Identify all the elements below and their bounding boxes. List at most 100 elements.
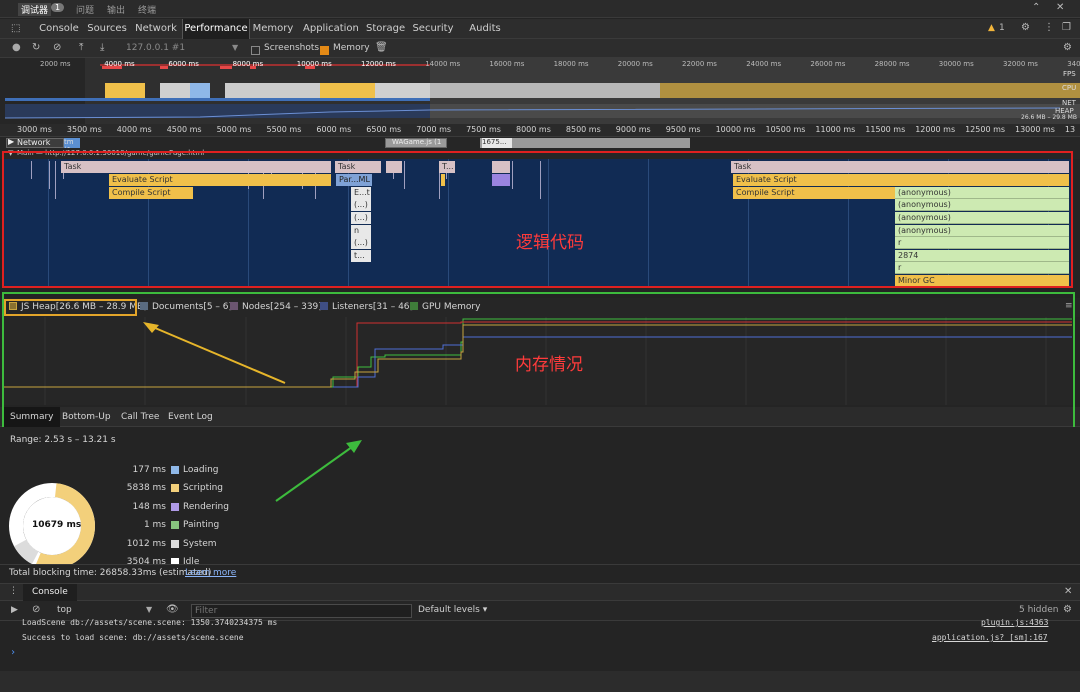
save-profile-icon[interactable]: ⤓ bbox=[100, 42, 104, 53]
tbt-text: Total blocking time: 26858.33ms (estimat… bbox=[9, 568, 212, 578]
tab-performance[interactable]: Performance bbox=[182, 19, 250, 39]
summary-ms: 177 ms bbox=[132, 465, 167, 475]
overview-tick-label: 32000 ms bbox=[1003, 60, 1038, 68]
ruler-tick-label: 4000 ms bbox=[116, 125, 152, 134]
overview-tick-label: 4000 ms bbox=[104, 60, 135, 68]
undock-icon[interactable]: ❐ bbox=[1062, 22, 1071, 33]
network-track[interactable]: ▶ Network tm (1... WAGame.js (1 1675... bbox=[0, 137, 1080, 149]
inspect-element-icon[interactable]: ⬚ bbox=[11, 23, 20, 34]
settings-gear-icon[interactable]: ⚙ bbox=[1021, 22, 1030, 33]
heap-range: 26.6 MB – 29.8 MB bbox=[1021, 114, 1077, 121]
learn-more-link[interactable]: Learn more bbox=[185, 568, 236, 578]
chevron-up-icon[interactable]: ⌃ bbox=[1032, 2, 1040, 13]
trash-icon[interactable]: 🗑 bbox=[375, 42, 388, 53]
sidebar-toggle-icon[interactable]: ▶ bbox=[11, 605, 18, 615]
overview-tick-label: 22000 ms bbox=[682, 60, 717, 68]
drawer-menu-icon[interactable]: ⋮ bbox=[9, 586, 18, 596]
overview-tick-label: 24000 ms bbox=[746, 60, 782, 68]
network-request[interactable]: 1675... bbox=[482, 138, 512, 148]
timeline-overview[interactable]: 2000 ms 4000 ms 6000 ms 8000 ms 10000 ms 1200… bbox=[0, 58, 1080, 124]
summary-ms: 148 ms bbox=[132, 501, 167, 512]
log-levels-select[interactable]: Default levels ▾ bbox=[418, 605, 487, 615]
tab-console[interactable]: Console bbox=[36, 19, 82, 39]
ruler-tick-label: 11000 ms bbox=[815, 125, 856, 134]
tab-network[interactable]: Network bbox=[133, 19, 179, 39]
eye-icon[interactable]: 👁 bbox=[166, 604, 179, 615]
summary-color-swatch bbox=[171, 502, 179, 511]
more-menu-icon[interactable]: ⋮ bbox=[1044, 22, 1054, 33]
drawer-tab-console[interactable]: Console bbox=[23, 584, 77, 601]
green-arrow bbox=[275, 440, 362, 502]
tab-audits[interactable]: Audits bbox=[468, 19, 502, 39]
overview-tick-label: 16000 ms bbox=[489, 60, 525, 68]
ruler-tick-label: 6000 ms bbox=[316, 125, 352, 134]
tab-sources[interactable]: Sources bbox=[85, 19, 129, 39]
profile-select[interactable]: 127.0.0.1 #1 bbox=[126, 43, 185, 53]
ruler-tick-label: 10500 ms bbox=[765, 125, 806, 134]
overview-tick-label: 20000 ms bbox=[617, 60, 653, 68]
overview-tick-label: 12000 ms bbox=[361, 60, 396, 68]
tab-security[interactable]: Security bbox=[412, 19, 454, 39]
ruler-tick-label: 9500 ms bbox=[665, 125, 701, 134]
console-output: LoadScene db://assets/scene.scene: 1350.… bbox=[0, 618, 1080, 671]
ruler-tick-label: 5000 ms bbox=[216, 125, 252, 134]
ruler-tick-label: 13 bbox=[1064, 125, 1076, 134]
capture-settings-gear-icon[interactable]: ⚙ bbox=[1063, 42, 1072, 53]
record-icon[interactable]: ● bbox=[12, 42, 21, 53]
summary-range: Range: 2.53 s – 13.21 s bbox=[10, 435, 116, 445]
ruler-tick-label: 12500 ms bbox=[965, 125, 1006, 134]
context-select[interactable]: top bbox=[57, 605, 72, 615]
tab-output[interactable]: 输出 bbox=[107, 3, 125, 16]
screenshots-checkbox[interactable] bbox=[251, 43, 260, 56]
summary-color-swatch bbox=[171, 521, 179, 530]
tab-debugger[interactable]: 调试器 bbox=[18, 3, 52, 16]
console-source-link[interactable]: plugin.js:4363 bbox=[981, 618, 1048, 627]
console-filter-input[interactable] bbox=[191, 604, 412, 618]
bottom-edge bbox=[0, 671, 1080, 692]
tab-application[interactable]: Application bbox=[303, 19, 359, 39]
ruler-tick-label: 12000 ms bbox=[915, 125, 956, 134]
ruler-tick-label: 10000 ms bbox=[715, 125, 756, 134]
chevron-down-icon[interactable]: ▼ bbox=[232, 43, 238, 52]
overview-tick-label: 26000 ms bbox=[810, 60, 846, 68]
overview-tick-label: 2000 ms bbox=[40, 60, 71, 68]
tab-terminal[interactable]: 终端 bbox=[138, 3, 156, 16]
tab-problems[interactable]: 问题 bbox=[76, 3, 94, 16]
summary-panel: Range: 2.53 s – 13.21 s 10679 ms 177 ms L… bbox=[0, 427, 1080, 569]
console-source-link[interactable]: application.js? [sm]:167 bbox=[932, 633, 1048, 642]
reload-record-icon[interactable]: ↻ bbox=[32, 42, 40, 53]
console-settings-gear-icon[interactable]: ⚙ bbox=[1063, 604, 1072, 615]
tab-storage[interactable]: Storage bbox=[366, 19, 405, 39]
drawer-tabbar: ⋮ Console ✕ bbox=[0, 583, 1080, 601]
overview-tick-label: 8000 ms bbox=[232, 60, 264, 68]
network-request[interactable]: WAGame.js (1 bbox=[392, 138, 441, 146]
drawer-close-icon[interactable]: ✕ bbox=[1064, 586, 1072, 597]
net-label: NET bbox=[1062, 99, 1076, 107]
summary-label: Scripting bbox=[183, 483, 224, 494]
console-prompt-icon[interactable]: › bbox=[10, 647, 16, 658]
highlight-code-box bbox=[2, 151, 1073, 288]
highlight-memory-box bbox=[2, 292, 1075, 433]
overview-tick-label: 6000 ms bbox=[168, 60, 199, 68]
ruler-tick-label: 3000 ms bbox=[17, 125, 52, 134]
summary-ms: 1 ms bbox=[143, 520, 166, 531]
warning-icon[interactable]: ▲ bbox=[988, 23, 995, 33]
context-chevron-icon[interactable]: ▼ bbox=[146, 605, 152, 614]
network-expand-icon[interactable]: ▶ bbox=[8, 137, 14, 146]
memory-checkbox[interactable] bbox=[320, 43, 329, 56]
ruler-tick-label: 5500 ms bbox=[266, 125, 302, 134]
tab-memory[interactable]: Memory bbox=[252, 19, 294, 39]
overview-tick-label: 18000 ms bbox=[553, 60, 589, 68]
ruler-tick-label: 7500 ms bbox=[466, 125, 501, 134]
cpu-label: CPU bbox=[1062, 84, 1077, 92]
network-request[interactable]: tm (1... bbox=[64, 138, 80, 148]
hidden-count: 5 hidden bbox=[1019, 605, 1059, 615]
summary-color-swatch bbox=[171, 539, 179, 548]
overview-tick-label: 14000 ms bbox=[425, 60, 461, 68]
summary-ms: 1012 ms bbox=[126, 538, 166, 549]
load-profile-icon[interactable]: ⤒ bbox=[79, 42, 83, 53]
close-icon[interactable]: ✕ bbox=[1056, 2, 1064, 13]
clear-icon[interactable]: ⊘ bbox=[53, 42, 61, 53]
ruler-tick-label: 11500 ms bbox=[865, 125, 906, 134]
clear-console-icon[interactable]: ⊘ bbox=[32, 604, 40, 615]
